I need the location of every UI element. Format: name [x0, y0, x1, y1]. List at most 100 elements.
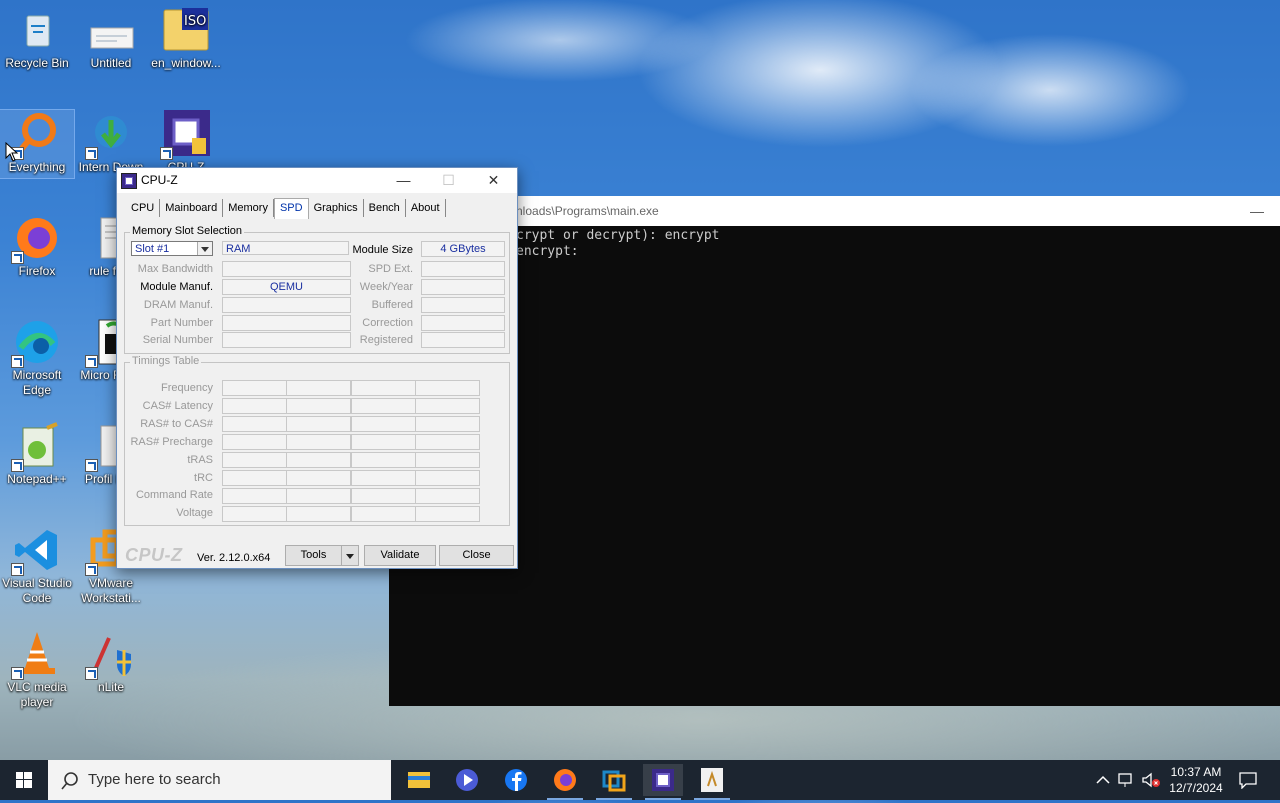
shortcut-arrow-icon: [85, 355, 98, 368]
cpu-chip-icon: [652, 769, 674, 791]
timing-cell: [286, 416, 351, 432]
timing-cell: [222, 434, 287, 450]
timing-cell: [415, 380, 480, 396]
desktop-icon-iso[interactable]: ISO en_window...: [149, 6, 223, 71]
tab-cpu[interactable]: CPU: [126, 199, 161, 217]
taskbar: Type here to search 10:37 AM 12/7/2024: [0, 760, 1280, 800]
svg-text:ISO: ISO: [184, 14, 206, 29]
console-title-bar[interactable]: nloads\Programs\main.exe —: [389, 196, 1280, 226]
timing-cell: [222, 398, 287, 414]
desktop-icon-firefox[interactable]: Firefox: [0, 214, 74, 279]
network-icon[interactable]: [1117, 771, 1135, 789]
search-placeholder: Type here to search: [88, 771, 221, 788]
timing-label: Frequency: [161, 382, 213, 394]
shortcut-arrow-icon: [11, 667, 24, 680]
console-minimize-button[interactable]: —: [1250, 196, 1264, 226]
desktop-icon-recycle-bin[interactable]: Recycle Bin: [0, 6, 74, 71]
globe-download-icon: [85, 110, 135, 160]
start-button[interactable]: [0, 760, 48, 800]
max-bandwidth-field: [222, 261, 351, 277]
windows-logo-icon: [16, 772, 32, 788]
taskbar-clock[interactable]: 10:37 AM 12/7/2024: [1163, 764, 1229, 796]
timing-cell: [351, 452, 416, 468]
clock-date: 12/7/2024: [1169, 781, 1223, 795]
console-window[interactable]: nloads\Programs\main.exe — crypt or decr…: [389, 196, 1280, 706]
chevron-down-icon[interactable]: [197, 242, 212, 255]
desktop-icon-label: Visual Studio Code: [2, 576, 72, 605]
taskbar-virtualbox[interactable]: [594, 764, 634, 800]
timing-cell: [415, 416, 480, 432]
module-size-field: 4 GBytes: [421, 241, 505, 257]
notepadpp-icon: [11, 422, 61, 472]
taskbar-search-box[interactable]: Type here to search: [48, 760, 391, 800]
close-button-footer[interactable]: Close: [439, 545, 514, 566]
tools-dropdown-button[interactable]: [341, 545, 359, 566]
desktop-icon-notepadpp[interactable]: Notepad++: [0, 422, 74, 487]
tab-memory[interactable]: Memory: [223, 199, 274, 217]
tab-graphics[interactable]: Graphics: [309, 199, 364, 217]
desktop-icon-label: VMware Workstati...: [81, 576, 141, 605]
desktop-icon-label: VLC media player: [7, 680, 67, 709]
timing-cell: [351, 434, 416, 450]
timings-legend: Timings Table: [130, 355, 202, 367]
cpuz-window[interactable]: CPU-Z — ☐ ✕ CPU Mainboard Memory SPD Gra…: [116, 167, 518, 569]
timing-cell: [222, 416, 287, 432]
taskbar-media-player[interactable]: [447, 764, 487, 796]
taskbar-facebook[interactable]: [496, 764, 536, 796]
desktop-icon-label: en_window...: [151, 56, 221, 70]
timing-cell: [351, 398, 416, 414]
desktop-icon-untitled[interactable]: Untitled: [74, 6, 148, 71]
tab-about[interactable]: About: [406, 199, 446, 217]
tab-mainboard[interactable]: Mainboard: [160, 199, 224, 217]
timing-label: tRAS: [187, 454, 213, 466]
cpuz-logo: CPU-Z: [125, 545, 183, 565]
cpuz-app-icon: [121, 173, 137, 189]
version-label: Ver. 2.12.0.x64: [197, 552, 271, 564]
taskbar-firefox[interactable]: [545, 764, 585, 800]
shortcut-arrow-icon: [11, 355, 24, 368]
tab-bench[interactable]: Bench: [364, 199, 406, 217]
desktop-icon-nlite[interactable]: nLite: [74, 630, 148, 695]
desktop-icon-vlc[interactable]: VLC media player: [0, 630, 74, 710]
chevron-down-icon: [346, 554, 354, 559]
clock-time: 10:37 AM: [1170, 765, 1222, 779]
document-icon: [87, 6, 135, 54]
desktop-icon-label: Notepad++: [7, 472, 67, 486]
close-button[interactable]: ✕: [471, 168, 516, 193]
taskbar-cpuz[interactable]: [643, 764, 683, 800]
taskbar-file-explorer[interactable]: [398, 764, 438, 796]
slot-select[interactable]: Slot #1: [131, 241, 213, 256]
spd-ext-label: SPD Ext.: [368, 263, 413, 275]
nlite-icon: [85, 630, 135, 680]
desktop-icon-internet-download[interactable]: Intern Down: [74, 110, 148, 175]
chevron-up-icon[interactable]: [1095, 772, 1111, 788]
shortcut-arrow-icon: [85, 459, 98, 472]
notifications-icon[interactable]: [1238, 771, 1258, 789]
validate-button[interactable]: Validate: [364, 545, 436, 566]
registered-field: [421, 332, 505, 348]
timing-cell: [351, 470, 416, 486]
console-output[interactable]: crypt or decrypt): encrypt encrypt:: [389, 226, 1280, 260]
tab-spd[interactable]: SPD: [273, 198, 309, 219]
timing-cell: [222, 380, 287, 396]
minimize-button[interactable]: —: [381, 168, 426, 193]
desktop-icon-cpuz[interactable]: CPU-Z: [149, 110, 223, 175]
timing-cell: [415, 506, 480, 522]
desktop-icon-vscode[interactable]: Visual Studio Code: [0, 526, 74, 606]
tools-button[interactable]: Tools: [285, 545, 342, 566]
cpu-chip-icon: [160, 110, 210, 160]
shortcut-arrow-icon: [11, 251, 24, 264]
volume-muted-icon[interactable]: [1141, 771, 1161, 789]
timing-cell: [415, 398, 480, 414]
timing-cell: [415, 452, 480, 468]
maximize-button[interactable]: ☐: [426, 168, 471, 193]
console-line: encrypt:: [516, 244, 579, 259]
timing-cell: [286, 380, 351, 396]
timing-cell: [415, 434, 480, 450]
timing-cell: [351, 416, 416, 432]
media-player-icon: [456, 769, 478, 791]
desktop-icon-edge[interactable]: Microsoft Edge: [0, 318, 74, 398]
cpuz-title-bar[interactable]: CPU-Z — ☐ ✕: [117, 168, 517, 193]
taskbar-main-exe[interactable]: [692, 764, 732, 800]
shortcut-arrow-icon: [11, 459, 24, 472]
